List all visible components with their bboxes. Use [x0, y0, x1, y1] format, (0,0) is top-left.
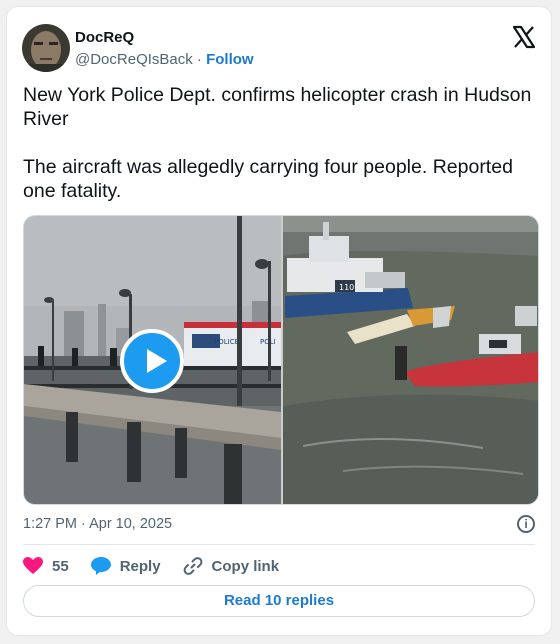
- like-count: 55: [52, 557, 69, 575]
- play-icon[interactable]: [120, 329, 184, 393]
- avatar-image: [22, 24, 70, 72]
- author-handle[interactable]: @DocReQIsBack: [75, 51, 193, 68]
- reply-button[interactable]: Reply: [90, 557, 161, 575]
- reply-bubble-icon: [90, 557, 111, 575]
- like-button[interactable]: 55: [23, 557, 69, 575]
- x-logo-icon[interactable]: [512, 25, 536, 49]
- heart-icon: [23, 557, 43, 574]
- handle-row: @DocReQIsBack · Follow: [75, 51, 254, 68]
- sign-police-1: POLICE: [214, 338, 239, 346]
- info-icon[interactable]: i: [517, 515, 535, 533]
- post-text: New York Police Dept. confirms helicopte…: [23, 84, 532, 202]
- follow-link[interactable]: Follow: [206, 51, 254, 68]
- crash-photo[interactable]: 110: [283, 216, 539, 505]
- tweet-card: DocReQ @DocReQIsBack · Follow New York P…: [6, 6, 552, 636]
- avatar[interactable]: [22, 24, 70, 72]
- action-bar: 55 Reply Copy link: [23, 553, 301, 579]
- link-icon: [183, 557, 202, 575]
- reply-label: Reply: [119, 557, 161, 575]
- media-grid[interactable]: POLICE POLI 110: [23, 215, 539, 505]
- sign-police-2: POLI: [260, 338, 276, 346]
- divider: [23, 544, 535, 545]
- read-replies-button[interactable]: Read 10 replies: [23, 585, 535, 617]
- boat-number: 110: [339, 283, 354, 292]
- copy-link-label: Copy link: [211, 557, 280, 575]
- copy-link-button[interactable]: Copy link: [183, 556, 280, 576]
- separator: ·: [192, 51, 207, 68]
- author-name[interactable]: DocReQ: [75, 29, 134, 46]
- timestamp[interactable]: 1:27 PM · Apr 10, 2025: [23, 516, 172, 532]
